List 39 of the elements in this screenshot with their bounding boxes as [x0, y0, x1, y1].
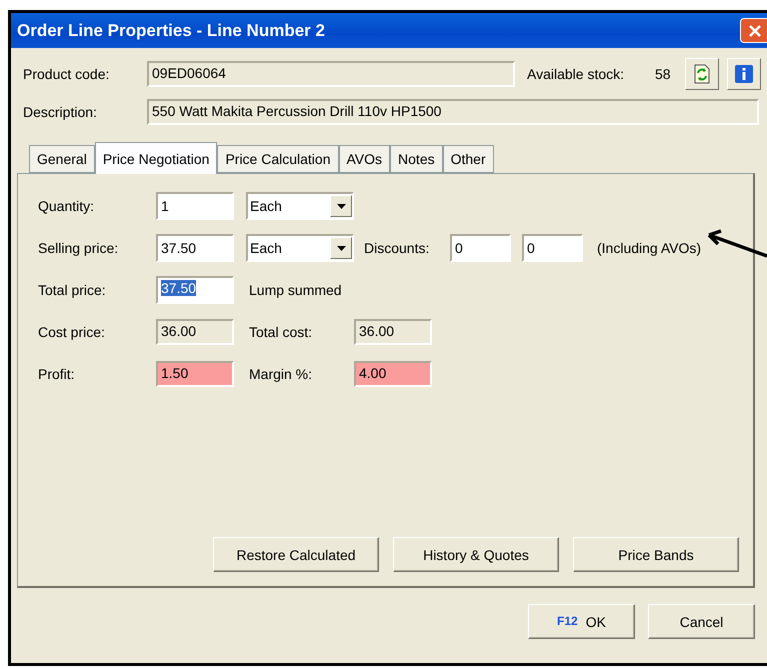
field-label: Description: — [22, 104, 98, 120]
quantity-field[interactable]: 1 — [156, 192, 234, 220]
field-label: Discounts: — [364, 240, 430, 256]
discount-field[interactable]: 0 — [522, 234, 583, 262]
tab[interactable]: Price Negotiation — [94, 142, 218, 174]
cancel-button[interactable]: Cancel — [648, 604, 755, 639]
tab[interactable]: Other — [442, 145, 494, 173]
total-cost-field: 36.00 — [354, 319, 432, 345]
unit-dropdown[interactable]: Each — [246, 234, 354, 262]
field-label: Total price: — [37, 282, 107, 298]
field-label: Available stock: — [526, 66, 626, 82]
stock-value: 58 — [655, 66, 671, 82]
tab[interactable]: General — [29, 145, 95, 173]
tab[interactable]: Notes — [390, 145, 443, 173]
ok-button[interactable]: F12 OK — [528, 604, 635, 639]
discount-field[interactable]: 0 — [450, 234, 511, 262]
product-code-field: 09ED06064 — [147, 61, 515, 87]
total-price-field[interactable]: 37.50 — [156, 276, 234, 304]
description-field: 550 Watt Makita Percussion Drill 110v HP1500 — [147, 99, 759, 125]
panel-button[interactable]: Restore Calculated — [213, 537, 379, 572]
window-title: Order Line Properties - Line Number 2 — [17, 20, 325, 40]
tab[interactable]: Price Calculation — [217, 145, 338, 173]
cost-price-field: 36.00 — [156, 319, 234, 345]
panel-button[interactable]: History & Quotes — [393, 537, 559, 572]
discounts-note: (Including AVOs) — [597, 240, 702, 256]
tab[interactable]: AVOs — [338, 145, 390, 173]
profit-field: 1.50 — [156, 361, 234, 387]
field-label: Margin %: — [249, 366, 314, 382]
field-label: Profit: — [37, 366, 76, 382]
field-label: Product code: — [22, 66, 110, 82]
field-label: Selling price: — [37, 240, 120, 256]
panel-button[interactable]: Price Bands — [573, 537, 739, 572]
field-label: Total cost: — [249, 324, 314, 340]
unit-dropdown[interactable]: Each — [246, 192, 354, 220]
field-label: Cost price: — [37, 324, 106, 340]
field-label: Quantity: — [37, 198, 96, 214]
selling-price-field[interactable]: 37.50 — [156, 234, 234, 262]
margin-field: 4.00 — [354, 361, 432, 387]
lump-summed-label: Lump summed — [249, 282, 342, 298]
